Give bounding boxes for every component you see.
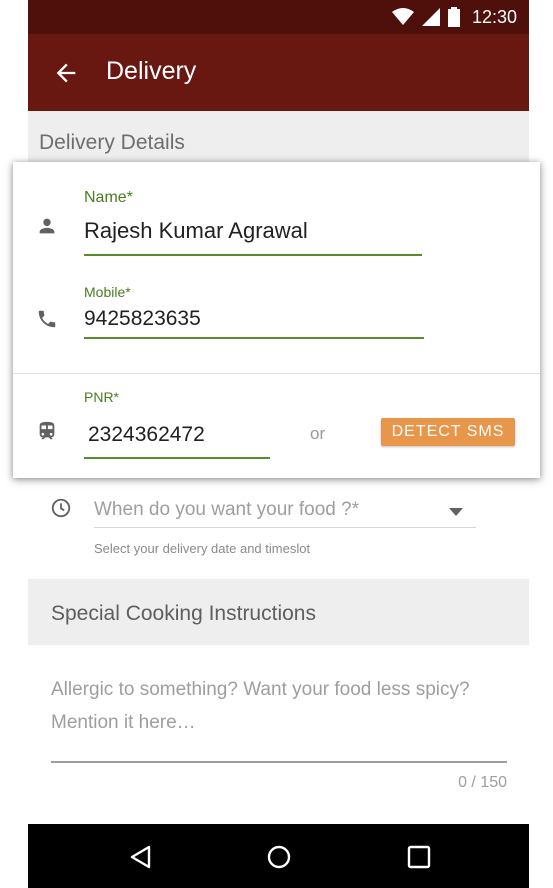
nav-bar xyxy=(28,824,529,888)
pnr-field[interactable]: 2324362472 xyxy=(88,423,205,447)
character-counter: 0 / 150 xyxy=(458,774,507,791)
mobile-underline xyxy=(84,337,424,339)
phone-icon xyxy=(38,310,56,328)
card-divider xyxy=(13,373,540,374)
or-separator: or xyxy=(310,424,326,443)
battery-icon xyxy=(447,7,460,27)
home-circle-icon[interactable] xyxy=(266,844,292,870)
back-triangle-icon[interactable] xyxy=(128,844,154,870)
wifi-icon xyxy=(391,8,414,25)
delivery-details-header: Delivery Details xyxy=(28,111,529,167)
name-underline xyxy=(84,254,422,256)
status-time: 12:30 xyxy=(471,6,517,27)
pnr-label: PNR* xyxy=(84,389,120,405)
app-bar: Delivery xyxy=(28,34,529,111)
status-icons: 12:30 xyxy=(391,6,517,28)
train-icon xyxy=(39,421,55,440)
delivery-time-helper: Select your delivery date and timeslot xyxy=(94,541,311,556)
detect-sms-button[interactable]: DETECT SMS xyxy=(381,418,515,446)
name-field[interactable]: Rajesh Kumar Agrawal xyxy=(84,218,308,244)
special-instructions-header: Special Cooking Instructions xyxy=(28,579,529,645)
name-label: Name* xyxy=(84,189,133,206)
person-icon xyxy=(39,218,55,234)
delivery-details-title: Delivery Details xyxy=(39,131,185,154)
signal-icon xyxy=(421,8,440,26)
recents-square-icon[interactable] xyxy=(406,844,432,870)
pnr-underline xyxy=(84,457,270,459)
arrow-back-icon[interactable] xyxy=(52,59,80,87)
page-title: Delivery xyxy=(106,57,197,85)
mobile-label: Mobile* xyxy=(84,284,131,300)
delivery-details-card: Name* Rajesh Kumar Agrawal Mobile* 94258… xyxy=(13,162,540,478)
delivery-time-selector[interactable]: When do you want your food ?* Select you… xyxy=(28,487,529,557)
status-bar: 12:30 xyxy=(28,0,529,34)
delivery-time-placeholder: When do you want your food ?* xyxy=(94,499,360,520)
dropdown-arrow-icon[interactable] xyxy=(448,507,464,517)
mobile-field[interactable]: 9425823635 xyxy=(84,307,201,331)
clock-icon xyxy=(51,498,71,518)
cooking-instructions-input[interactable]: Allergic to something? Want your food le… xyxy=(51,673,501,739)
delivery-time-underline xyxy=(94,527,476,528)
screen: 12:30 Delivery Delivery Details Name* Ra… xyxy=(13,0,540,888)
special-instructions-title: Special Cooking Instructions xyxy=(51,602,316,625)
cooking-instructions-underline xyxy=(51,761,507,763)
